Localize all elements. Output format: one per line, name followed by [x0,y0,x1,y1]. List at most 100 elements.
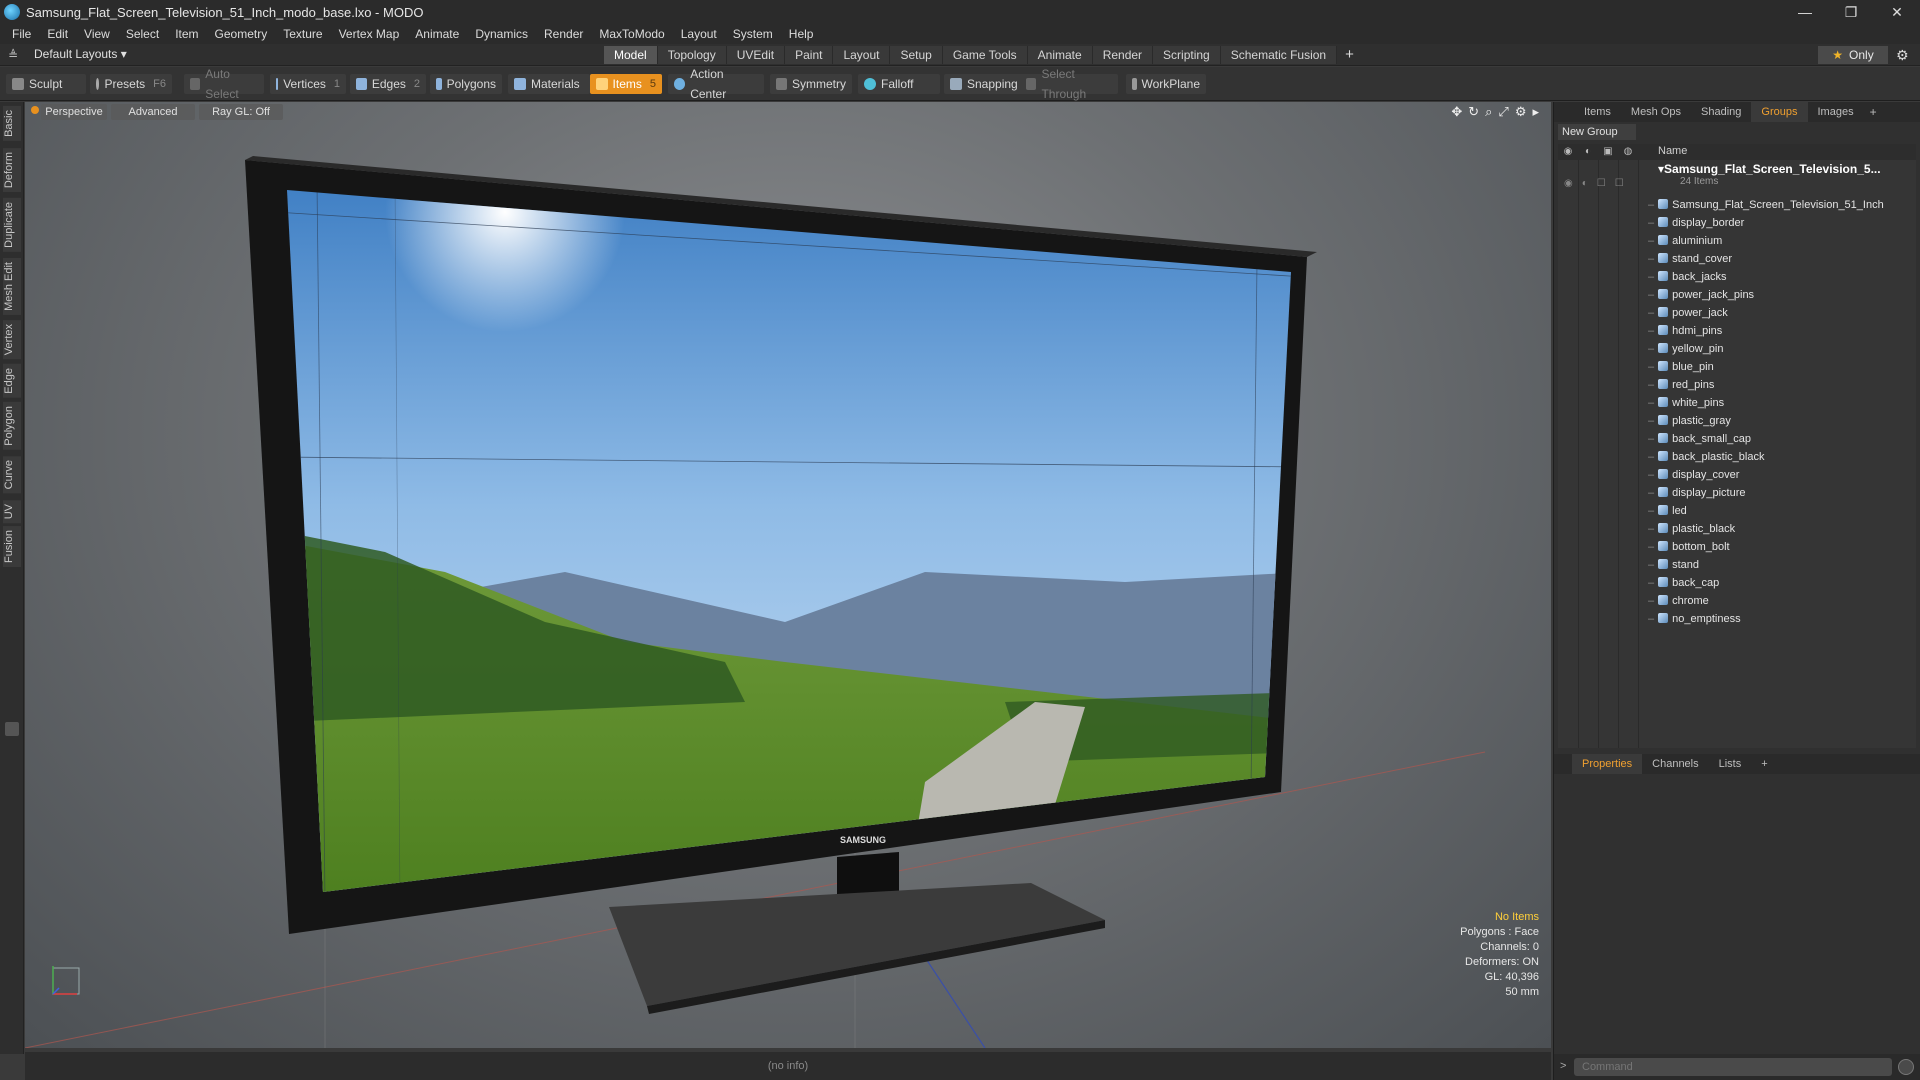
polygons-button[interactable]: Polygons [430,74,502,94]
auto-select-button[interactable]: Auto Select [184,67,264,101]
menu-select[interactable]: Select [118,27,167,41]
add-tab-button[interactable]: + [1337,46,1362,64]
materials-button[interactable]: Materials [508,74,590,94]
menu-maxtomodo[interactable]: MaxToModo [591,27,672,41]
add-panel-tab-button[interactable]: + [1864,105,1883,119]
3d-viewport[interactable]: SAMSUNG Perspective Advanced Ray GL: Off… [25,102,1551,1048]
advanced-button[interactable]: Advanced [111,104,195,120]
maximize-button[interactable]: ❐ [1828,0,1874,24]
menu-file[interactable]: File [4,27,39,41]
tab-groups[interactable]: Groups [1751,102,1808,122]
tab-mesh-ops[interactable]: Mesh Ops [1621,102,1691,122]
list-item[interactable]: – back_small_cap [1648,430,1751,448]
menu-system[interactable]: System [725,27,781,41]
vtab-basic[interactable]: Basic [3,106,21,141]
eye-icon[interactable]: ◉ [1564,178,1573,189]
list-item[interactable]: – Samsung_Flat_Screen_Television_51_Inch [1648,196,1884,214]
menu-dynamics[interactable]: Dynamics [467,27,536,41]
gear-icon[interactable]: ⚙ [1896,47,1909,64]
action-center-button[interactable]: Action Center [668,67,764,101]
zoom-view-icon[interactable]: ⌕ [1485,104,1492,120]
list-item[interactable]: – plastic_gray [1648,412,1731,430]
workplane-button[interactable]: WorkPlane [1126,74,1206,94]
lock-toggle-icon[interactable]: ☐ [1597,178,1606,189]
menu-layout[interactable]: Layout [673,27,725,41]
menu-texture[interactable]: Texture [275,27,330,41]
tab-model[interactable]: Model [604,46,658,64]
select-header-icon[interactable]: ◍ [1622,146,1634,158]
tab-topology[interactable]: Topology [657,46,727,64]
fit-view-icon[interactable]: ⤢ [1498,104,1508,120]
falloff-button[interactable]: Falloff [858,74,940,94]
vtab-curve[interactable]: Curve [3,456,21,494]
vertices-button[interactable]: Vertices 1 [270,74,346,94]
viewport-menu-icon[interactable] [31,106,39,114]
tab-scripting[interactable]: Scripting [1153,46,1221,64]
list-item[interactable]: – chrome [1648,592,1709,610]
menu-vertex-map[interactable]: Vertex Map [331,27,408,41]
list-item[interactable]: – plastic_black [1648,520,1735,538]
tab-schematic-fusion[interactable]: Schematic Fusion [1220,46,1338,64]
select-through-button[interactable]: Select Through [1020,67,1118,101]
vtab-polygon[interactable]: Polygon [3,402,21,450]
raygl-button[interactable]: Ray GL: Off [199,104,283,120]
only-button[interactable]: ★ Only [1818,46,1888,64]
list-item[interactable]: – bottom_bolt [1648,538,1730,556]
perspective-button[interactable]: Perspective [41,104,107,120]
presets-button[interactable]: Presets F6 [90,74,172,94]
command-history-button[interactable] [1898,1059,1914,1075]
vtab-deform[interactable]: Deform [3,148,21,193]
list-item[interactable]: – aluminium [1648,232,1722,250]
layout-menu-icon[interactable]: ≜ [8,48,18,62]
list-item[interactable]: – back_cap [1648,574,1719,592]
menu-render[interactable]: Render [536,27,591,41]
vtab-uv[interactable]: UV [3,500,21,524]
tab-setup[interactable]: Setup [890,46,943,64]
rotate-view-icon[interactable]: ↻ [1468,104,1479,120]
sculpt-button[interactable]: Sculpt [6,74,86,94]
layout-dropdown[interactable]: Default Layouts ▾ [34,47,127,61]
render-toggle-icon[interactable]: ◐ [1582,178,1588,189]
tab-lists[interactable]: Lists [1709,754,1752,774]
list-item[interactable]: – no_emptiness [1648,610,1741,628]
viewport-expand-icon[interactable]: ▸ [1532,104,1539,120]
tab-images[interactable]: Images [1808,102,1864,122]
render-header-icon[interactable]: ◐ [1582,146,1594,158]
list-item[interactable]: – back_plastic_black [1648,448,1764,466]
list-item[interactable]: – display_border [1648,214,1744,232]
list-item[interactable]: – power_jack [1648,304,1728,322]
vtab-edge[interactable]: Edge [3,364,21,398]
tab-game-tools[interactable]: Game Tools [942,46,1028,64]
menu-view[interactable]: View [76,27,118,41]
list-item[interactable]: – stand_cover [1648,250,1732,268]
lock-header-icon[interactable]: ▣ [1602,146,1614,158]
symmetry-button[interactable]: Symmetry [770,74,852,94]
tab-channels[interactable]: Channels [1642,754,1708,774]
vtab-fusion[interactable]: Fusion [3,526,21,568]
tab-items[interactable]: Items [1574,102,1621,122]
close-button[interactable]: ✕ [1874,0,1920,24]
command-input[interactable] [1574,1058,1892,1076]
tab-render[interactable]: Render [1092,46,1154,64]
vtab-vertex[interactable]: Vertex [3,320,21,360]
tab-animate[interactable]: Animate [1027,46,1093,64]
tab-uvedit[interactable]: UVEdit [726,46,786,64]
list-item[interactable]: – back_jacks [1648,268,1727,286]
items-button[interactable]: Items 5 [590,74,662,94]
snapping-button[interactable]: Snapping [944,74,1026,94]
vtab-duplicate[interactable]: Duplicate [3,198,21,252]
list-item[interactable]: – led [1648,502,1687,520]
list-item[interactable]: – power_jack_pins [1648,286,1754,304]
tab-shading[interactable]: Shading [1691,102,1751,122]
menu-item[interactable]: Item [167,27,206,41]
menu-geometry[interactable]: Geometry [207,27,276,41]
edges-button[interactable]: Edges 2 [350,74,426,94]
visibility-header-icon[interactable]: ◉ [1562,146,1574,158]
menu-edit[interactable]: Edit [39,27,76,41]
list-item[interactable]: – display_cover [1648,466,1739,484]
list-item[interactable]: – display_picture [1648,484,1746,502]
add-properties-tab-button[interactable]: + [1751,754,1777,774]
menu-animate[interactable]: Animate [407,27,467,41]
move-view-icon[interactable]: ✥ [1451,104,1462,120]
viewport-settings-icon[interactable]: ⚙ [1515,104,1527,120]
